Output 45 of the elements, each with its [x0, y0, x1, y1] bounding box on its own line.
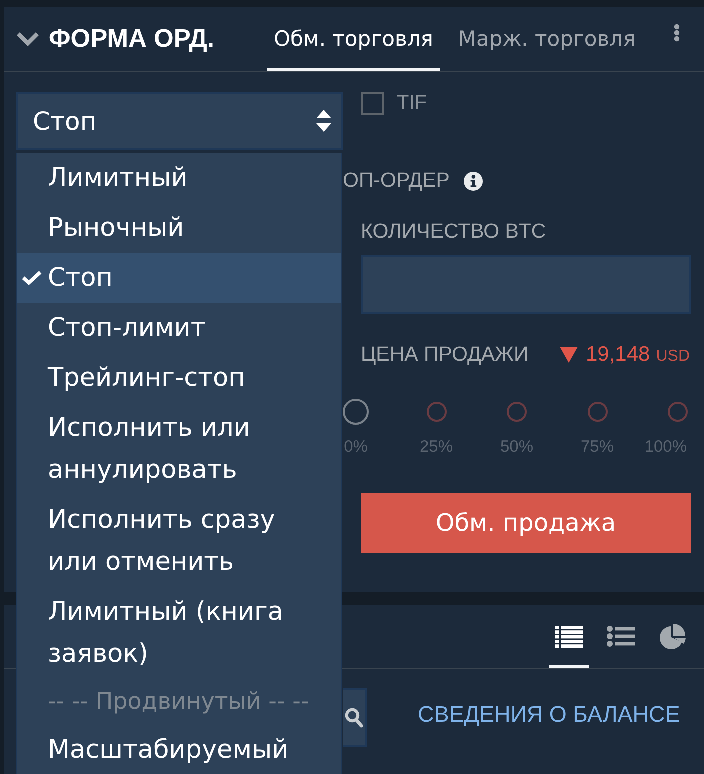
- quantity-input[interactable]: [361, 255, 691, 314]
- info-icon[interactable]: [464, 172, 483, 190]
- menu-option[interactable]: Рыночный: [17, 203, 341, 253]
- panel-title: ФОРМА ОРД.: [49, 24, 215, 54]
- more-menu-icon[interactable]: [674, 24, 680, 42]
- field-label: ЦЕНА ПРОДАЖИ: [361, 343, 529, 367]
- percent-label: 25%: [420, 438, 454, 456]
- menu-option[interactable]: Масштабируемый: [17, 725, 341, 774]
- bullet-list-icon: [607, 626, 635, 647]
- slider-step-marker[interactable]: [588, 402, 608, 422]
- tif-checkbox[interactable]: [361, 92, 384, 115]
- list-icon: [555, 626, 583, 648]
- menu-option[interactable]: Исполнить или аннулировать: [17, 403, 341, 495]
- menu-option[interactable]: Исполнить сразу или отменить: [17, 495, 341, 587]
- checkmark-icon: [22, 271, 42, 285]
- pie-chart-icon: [660, 624, 686, 650]
- checkbox-label: TIF: [397, 92, 427, 115]
- menu-option[interactable]: Стоп: [17, 253, 341, 303]
- sell-button[interactable]: Обм. продажа: [361, 493, 691, 553]
- menu-option[interactable]: Трейлинг-стоп: [17, 353, 341, 403]
- search-icon: [345, 708, 363, 728]
- order-type-select[interactable]: Стоп: [16, 92, 343, 150]
- currency-label: USD: [656, 348, 690, 366]
- price-value: 19,148: [586, 343, 650, 367]
- field-label: КОЛИЧЕСТВО BTC: [361, 221, 546, 243]
- search-button[interactable]: [343, 688, 367, 747]
- mode-tab[interactable]: Марж. торговля: [451, 7, 643, 71]
- menu-group-heading: -- -- Продвинутый -- --: [47, 688, 310, 717]
- slider-step-marker[interactable]: [507, 402, 527, 422]
- slider-handle[interactable]: [343, 399, 369, 425]
- menu-option[interactable]: Лимитный: [17, 153, 341, 203]
- percent-slider[interactable]: [343, 398, 690, 426]
- section-label: ОП-ОРДЕР: [343, 169, 450, 193]
- updown-caret-icon: [316, 109, 332, 133]
- percent-label: 0%: [344, 438, 368, 456]
- percent-label: 50%: [500, 438, 534, 456]
- percent-label: 75%: [580, 438, 614, 456]
- mode-tab[interactable]: Обм. торговля: [267, 7, 440, 71]
- menu-option[interactable]: Лимитный (книга заявок): [17, 587, 341, 679]
- chevron-down-icon[interactable]: [16, 31, 40, 47]
- balance-details-link[interactable]: СВЕДЕНИЯ О БАЛАНСЕ: [418, 702, 680, 728]
- menu-option[interactable]: Стоп-лимит: [17, 303, 341, 353]
- slider-step-marker[interactable]: [426, 402, 446, 422]
- slider-step-marker[interactable]: [668, 402, 688, 422]
- percent-label: 100%: [644, 438, 687, 456]
